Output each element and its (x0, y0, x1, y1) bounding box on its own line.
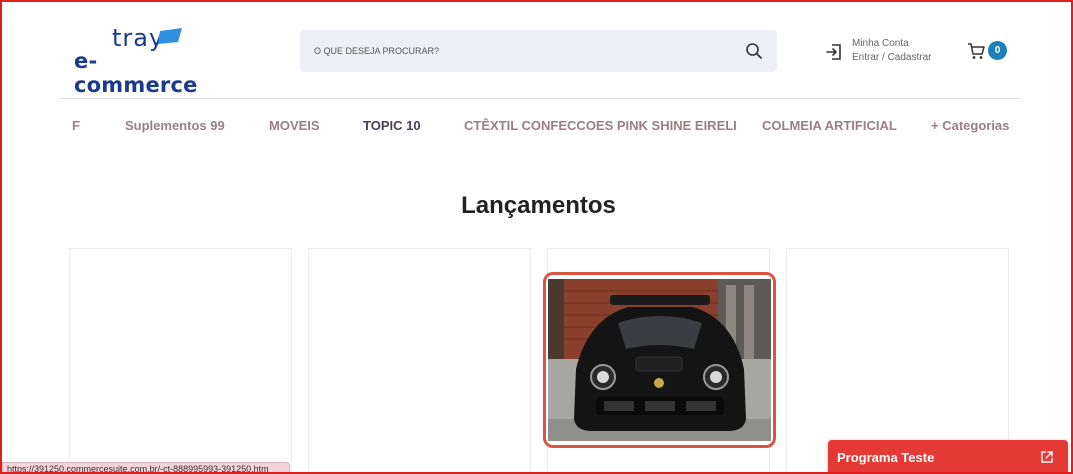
product-card[interactable] (786, 248, 1009, 472)
section-title: Lançamentos (461, 192, 616, 219)
search-icon[interactable] (745, 42, 763, 60)
nav-item-moveis[interactable]: MOVEIS (269, 118, 320, 133)
nav-item-more-categories[interactable]: + Categorias (931, 118, 1009, 133)
login-icon (826, 44, 841, 60)
external-link-icon (1041, 451, 1053, 463)
nav-item-ctextil[interactable]: CTÊXTIL CONFECCOES PINK SHINE EIRELI (464, 118, 737, 133)
search-input[interactable] (314, 30, 724, 72)
nav-item-f[interactable]: F (72, 118, 80, 133)
cart-icon (968, 43, 985, 59)
category-nav: F Suplementos 99 MOVEIS TOPIC 10 CTÊXTIL… (62, 118, 1022, 140)
nav-item-colmeia[interactable]: COLMEIA ARTIFICIAL (762, 118, 897, 133)
cart-count-badge: 0 (988, 41, 1007, 60)
product-image[interactable] (543, 272, 776, 448)
programa-teste-button[interactable]: Programa Teste (828, 440, 1068, 472)
logo-flag-icon (158, 28, 182, 44)
store-logo[interactable]: tray e-commerce (74, 22, 214, 97)
cart-button[interactable]: 0 (966, 39, 1010, 63)
nav-item-suplementos[interactable]: Suplementos 99 (125, 118, 225, 133)
programa-teste-label: Programa Teste (837, 450, 935, 465)
logo-text-bottom: e-commerce (74, 49, 198, 97)
status-url-bar: https://391250.commercesuite.com.br/-ct-… (2, 462, 290, 472)
login-register-label: Entrar / Cadastrar (852, 52, 932, 63)
car-photo (548, 279, 771, 441)
header-divider (59, 98, 1021, 99)
page: tray e-commerce Minha Conta Entrar / Cad… (2, 2, 1071, 472)
nav-item-topic-10[interactable]: TOPIC 10 (363, 118, 421, 133)
account-link[interactable]: Minha Conta Entrar / Cadastrar (824, 38, 944, 68)
search-bar (300, 30, 777, 72)
product-card[interactable] (308, 248, 531, 472)
account-label: Minha Conta (852, 38, 909, 49)
logo-text-top: tray (112, 24, 165, 52)
product-card[interactable] (69, 248, 292, 472)
